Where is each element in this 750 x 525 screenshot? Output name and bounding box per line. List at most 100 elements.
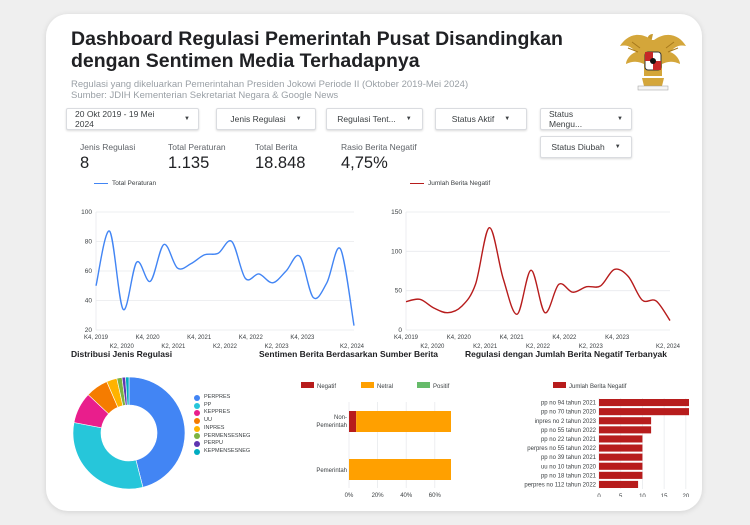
bar-segment: [349, 411, 357, 432]
donut-slice: [72, 422, 144, 490]
bar: [599, 426, 652, 434]
legend-item: KEPPRES: [194, 409, 250, 417]
series-line: [405, 227, 671, 321]
legend-total-peraturan: Total Peraturan: [94, 180, 156, 187]
bar: [599, 417, 652, 425]
legend-swatch: [410, 182, 424, 185]
jenis-regulasi-label: Jenis Regulasi: [230, 114, 286, 124]
line-chart-total-peraturan: 20406080100K4, 2019K2, 2020K4, 2020K2, 2…: [81, 209, 365, 350]
y-category-label: pp no 70 tahun 2020: [541, 410, 597, 416]
x-tick-label: 0%: [345, 493, 354, 497]
section-title-distribusi: Distribusi Jenis Regulasi: [71, 349, 173, 359]
x-tick-label: K4, 2022: [552, 335, 577, 341]
legend-label: INPRES: [204, 424, 225, 431]
x-tick-label: K4, 2023: [605, 335, 630, 341]
bar: [599, 462, 643, 470]
y-category-label: Pemerintah: [316, 468, 347, 474]
legend-item: UU: [194, 417, 250, 425]
x-tick-label: 40%: [400, 493, 413, 497]
legend-label: Netral: [377, 384, 393, 390]
garuda-emblem-icon: [620, 34, 686, 91]
legend-dot: [194, 394, 200, 401]
legend-swatch: [94, 182, 108, 185]
y-tick-label: 40: [85, 298, 93, 305]
legend-berita-negatif: Jumlah Berita Negatif: [410, 180, 490, 187]
legend-item: PERPRES: [194, 394, 250, 402]
x-tick-label: 20: [683, 494, 690, 497]
legend-label: UU: [204, 417, 212, 424]
legend-dot: [194, 441, 200, 448]
y-category-label: inpres no 2 tahun 2023: [535, 419, 597, 425]
legend-label: Negatif: [317, 384, 336, 390]
kpi-total-berita: Total Berita 18.848: [255, 142, 305, 173]
x-tick-label: 20%: [372, 493, 385, 497]
line-chart-berita-negatif: 050100150K4, 2019K2, 2020K4, 2020K2, 202…: [391, 209, 681, 350]
y-tick-label: 60: [85, 268, 93, 275]
x-tick-label: K4, 2021: [500, 335, 525, 341]
bar-segment: [349, 459, 451, 480]
y-category-label: pp no 22 tahun 2021: [541, 437, 597, 443]
legend-label: Jumlah Berita Negatif: [428, 180, 491, 187]
legend-dot: [194, 402, 200, 409]
legend-dot: [194, 410, 200, 417]
legend-item: PERPU: [194, 440, 250, 448]
status-aktif-label: Status Aktif: [451, 114, 495, 124]
status-diubah-filter[interactable]: Status Diubah ▼: [540, 136, 632, 158]
legend-swatch: [301, 382, 314, 388]
bar-segment: [356, 411, 451, 432]
x-tick-label: K4, 2020: [447, 335, 472, 341]
dropdown-arrow-icon: ▼: [617, 116, 623, 122]
y-tick-label: 80: [85, 239, 93, 246]
bar: [599, 435, 643, 443]
status-mengubah-label: Status Mengu...: [549, 109, 583, 129]
donut-legend: PERPRES PP KEPPRES UU INPRES PERMENSESNEG PERP…: [194, 394, 250, 456]
x-tick-label: 60%: [429, 493, 442, 497]
y-tick-label: 150: [391, 209, 402, 216]
date-range-filter[interactable]: 20 Okt 2019 - 19 Mei 2024 ▼: [66, 108, 199, 130]
y-category-label: Non-: [334, 415, 347, 421]
dropdown-arrow-icon: ▼: [184, 116, 190, 122]
legend-swatch: [361, 382, 374, 388]
dropdown-arrow-icon: ▼: [405, 116, 412, 122]
legend-dot: [194, 417, 200, 424]
x-tick-label: 0: [597, 494, 601, 497]
kpi-label: Total Berita: [255, 142, 298, 152]
kpi-value: 1.135: [168, 154, 210, 172]
legend-label: PERMENSESNEG: [204, 432, 251, 439]
x-tick-label: K4, 2021: [187, 335, 212, 341]
kpi-total-peraturan: Total Peraturan 1.135: [168, 142, 226, 173]
donut-chart-jenis-regulasi: [72, 376, 186, 490]
jenis-regulasi-filter[interactable]: Jenis Regulasi ▼: [216, 108, 316, 130]
regulasi-tentang-label: Regulasi Tent...: [337, 114, 396, 124]
bar: [599, 444, 643, 452]
kpi-value: 18.848: [255, 154, 306, 172]
series-line: [95, 230, 355, 326]
legend-label: PP: [204, 401, 212, 408]
bar: [599, 408, 689, 416]
status-mengubah-filter[interactable]: Status Mengu... ▼: [540, 108, 632, 130]
kpi-value: 4,75%: [341, 154, 388, 172]
legend-dot: [194, 433, 200, 440]
bar: [599, 480, 639, 488]
dashboard-card: Dashboard Regulasi Pemerintah Pusat Disa…: [46, 14, 702, 511]
x-tick-label: K4, 2019: [394, 335, 419, 341]
x-tick-label: 5: [619, 494, 623, 497]
legend-label: Positif: [433, 384, 450, 390]
x-tick-label: K4, 2022: [239, 335, 264, 341]
x-tick-label: K4, 2023: [290, 335, 315, 341]
stacked-bar-sentimen: NegatifNetralPositif0%20%40%60%80%100%No…: [301, 382, 451, 497]
y-category-label: pp no 18 tahun 2021: [541, 473, 597, 479]
status-aktif-filter[interactable]: Status Aktif ▼: [435, 108, 527, 130]
y-category-label: perpres no 55 tahun 2022: [527, 446, 596, 452]
regulasi-tentang-filter[interactable]: Regulasi Tent... ▼: [326, 108, 423, 130]
legend-item: PP: [194, 402, 250, 410]
y-tick-label: 20: [85, 327, 93, 334]
y-tick-label: 50: [395, 288, 403, 295]
bar-chart-regulasi-negatif: Jumlah Berita Negatif 0 5 10 15 20 pp no 94 ta…: [524, 382, 690, 497]
kpi-rasio-negatif: Rasio Berita Negatif 4,75%: [341, 142, 417, 173]
bar: [599, 399, 689, 407]
legend-swatch: [417, 382, 430, 388]
page-title: Dashboard Regulasi Pemerintah Pusat Disa…: [71, 28, 563, 72]
bar: [599, 453, 643, 461]
x-tick-label: K4, 2019: [84, 335, 109, 341]
